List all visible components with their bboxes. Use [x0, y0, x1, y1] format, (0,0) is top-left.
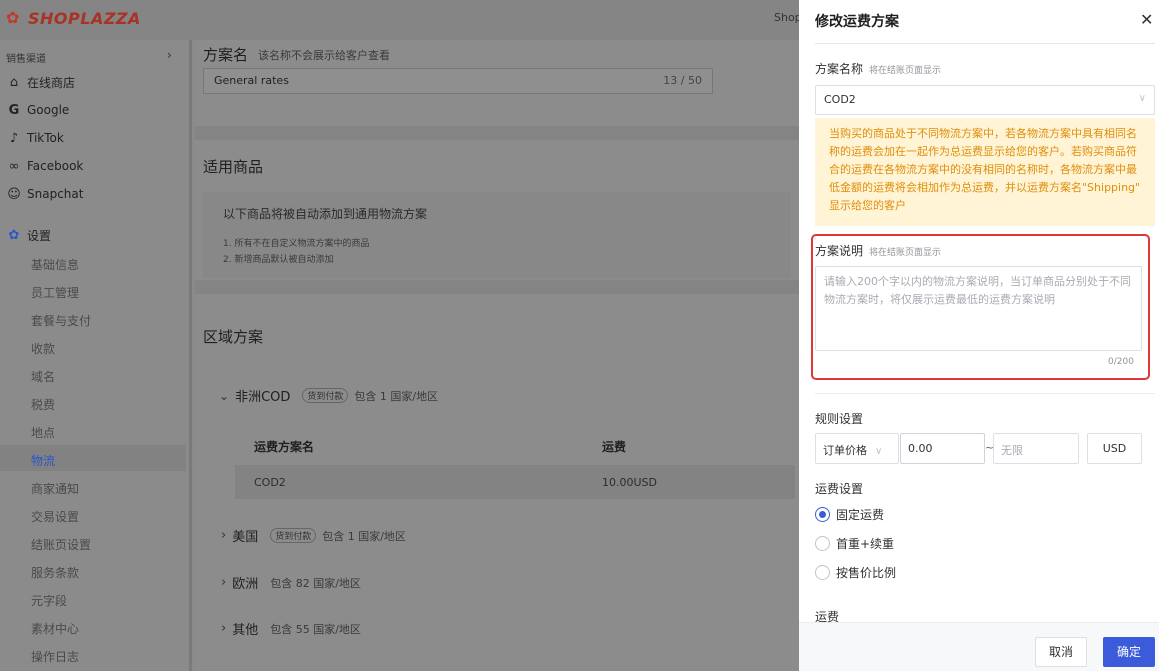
sidebar-subitem[interactable]: 操作日志 — [31, 648, 79, 665]
sidebar-subitem[interactable]: 收款 — [31, 340, 55, 357]
sidebar-subitem[interactable]: 商家通知 — [31, 480, 79, 497]
drawer-title: 修改运费方案 — [815, 14, 899, 30]
chevron-right-icon: › — [221, 528, 227, 543]
plan-name-input[interactable]: General rates 13 / 50 — [203, 68, 713, 94]
snapchat-icon: ☺ — [7, 186, 21, 202]
drawer-footer: 取消 确定 — [799, 622, 1159, 671]
sidebar-subitem-shipping[interactable]: 物流 — [31, 452, 55, 469]
scheme-name-label: 方案名称 将在结账页面显示 — [815, 62, 942, 76]
gear-icon: ✿ — [8, 227, 20, 243]
plan-name-card: 方案名 该名称不会展示给客户查看 General rates 13 / 50 — [195, 40, 799, 126]
logo-text: SHOPLAZZA — [28, 8, 141, 28]
chevron-down-icon: ∨ — [875, 446, 883, 457]
zone-row-europe[interactable]: › 欧洲 包含 82 国家/地区 — [221, 573, 361, 592]
sidebar-subitem[interactable]: 域名 — [31, 368, 55, 385]
sidebar-active-highlight — [0, 445, 186, 471]
table-row[interactable]: COD2 10.00USD — [235, 465, 795, 499]
sidebar-subitem[interactable]: 服务条款 — [31, 564, 79, 581]
plan-name-title: 方案名 — [203, 46, 249, 64]
zones-title: 区域方案 — [203, 328, 264, 346]
cod-badge: 货到付款 — [270, 528, 317, 543]
description-highlight-box — [811, 234, 1150, 380]
chevron-right-icon[interactable]: › — [167, 48, 172, 62]
rules-label: 规则设置 — [815, 412, 864, 426]
sidebar-item-facebook[interactable]: ∞ Facebook — [6, 155, 84, 177]
store-icon: ⌂ — [9, 74, 19, 90]
facebook-icon: ∞ — [8, 158, 20, 174]
rates-table-header: 运费方案名 运费 — [235, 428, 795, 462]
rule-max-input[interactable]: 无限 — [993, 433, 1079, 464]
cod-badge: 货到付款 — [302, 388, 349, 403]
radio-icon — [815, 535, 830, 551]
zone-row-other[interactable]: › 其他 包含 55 国家/地区 — [221, 619, 361, 638]
cancel-button[interactable]: 取消 — [1035, 637, 1087, 667]
fee-setting-label: 运费设置 — [815, 482, 864, 496]
sidebar-subitem[interactable]: 税费 — [31, 396, 55, 413]
logo-mark-icon: ✿ — [6, 8, 20, 27]
sidebar-subitem[interactable]: 地点 — [31, 424, 55, 441]
topbar-shop-label: Shop — [774, 11, 802, 24]
sidebar-item-snapchat[interactable]: ☺ Snapchat — [6, 183, 83, 205]
main-content: 方案名 该名称不会展示给客户查看 General rates 13 / 50 适… — [195, 40, 799, 671]
sidebar-item-online-store[interactable]: ⌂ 在线商店 — [6, 71, 75, 93]
scheme-name-hint: 将在结账页面显示 — [869, 66, 942, 76]
sidebar-subitem[interactable]: 员工管理 — [31, 284, 79, 301]
products-title: 适用商品 — [203, 158, 264, 176]
radio-icon — [815, 564, 830, 580]
rule-type-select[interactable]: 订单价格 ∨ — [815, 433, 899, 464]
sidebar-item-settings[interactable]: ✿ 设置 — [6, 224, 51, 246]
products-info-box: 以下商品将被自动添加到通用物流方案 1. 所有不在自定义物流方案中的商品 2. … — [203, 192, 791, 278]
divider — [815, 393, 1155, 394]
confirm-button[interactable]: 确定 — [1103, 637, 1155, 667]
rule-min-input[interactable]: 0.00 — [900, 433, 985, 464]
radio-selected-icon — [815, 506, 830, 522]
fee-option-percent[interactable]: 按售价比例 — [815, 562, 896, 582]
fee-option-fixed[interactable]: 固定运费 — [815, 504, 884, 524]
zone-row-usa[interactable]: › 美国 货到付款 包含 1 国家/地区 — [221, 526, 406, 545]
sidebar-subitem[interactable]: 套餐与支付 — [31, 312, 91, 329]
chevron-down-icon: ∨ — [1138, 93, 1146, 104]
chevron-right-icon: › — [221, 575, 227, 590]
google-icon: G — [8, 102, 20, 118]
divider — [815, 43, 1155, 44]
products-rule: 2. 新增商品默认被自动添加 — [223, 255, 334, 265]
sidebar-subitem[interactable]: 结账页设置 — [31, 536, 91, 553]
fee-option-weight[interactable]: 首重+续重 — [815, 533, 894, 553]
sidebar-subitem[interactable]: 基础信息 — [31, 256, 79, 273]
sidebar-subitem[interactable]: 素材中心 — [31, 620, 79, 637]
chevron-down-icon: ⌄ — [219, 388, 230, 403]
sidebar-subitem[interactable]: 元字段 — [31, 592, 67, 609]
chevron-right-icon: › — [221, 621, 227, 636]
sidebar-section-channels: 销售渠道 — [6, 54, 46, 65]
products-card: 适用商品 以下商品将被自动添加到通用物流方案 1. 所有不在自定义物流方案中的商… — [195, 140, 799, 280]
tiktok-icon: ♪ — [9, 130, 19, 146]
sidebar-item-tiktok[interactable]: ♪ TikTok — [6, 127, 64, 149]
products-rule: 1. 所有不在自定义物流方案中的商品 — [223, 239, 370, 249]
zones-card: 区域方案 ⌄ 非洲COD 货到付款 包含 1 国家/地区 运费方案名 运费 CO… — [195, 294, 799, 671]
currency-label: USD — [1087, 433, 1142, 464]
zone-row-africa[interactable]: ⌄ 非洲COD 货到付款 包含 1 国家/地区 — [219, 386, 438, 405]
plan-name-hint: 该名称不会展示给客户查看 — [258, 49, 390, 62]
logo[interactable]: ✿ SHOPLAZZA — [6, 6, 141, 30]
plan-name-count: 13 / 50 — [663, 74, 702, 87]
shipping-notice: 当购买的商品处于不同物流方案中，若各物流方案中具有相同名称的运费会加在一起作为总… — [815, 118, 1155, 226]
scheme-name-select[interactable]: COD2 ∨ — [815, 85, 1155, 115]
products-note: 以下商品将被自动添加到通用物流方案 — [223, 207, 428, 221]
sidebar-subitem[interactable]: 交易设置 — [31, 508, 79, 525]
sidebar: 销售渠道 › ⌂ 在线商店 G Google ♪ TikTok ∞ Facebo… — [0, 40, 192, 671]
sidebar-item-google[interactable]: G Google — [6, 99, 70, 121]
close-icon[interactable]: ✕ — [1140, 10, 1153, 29]
